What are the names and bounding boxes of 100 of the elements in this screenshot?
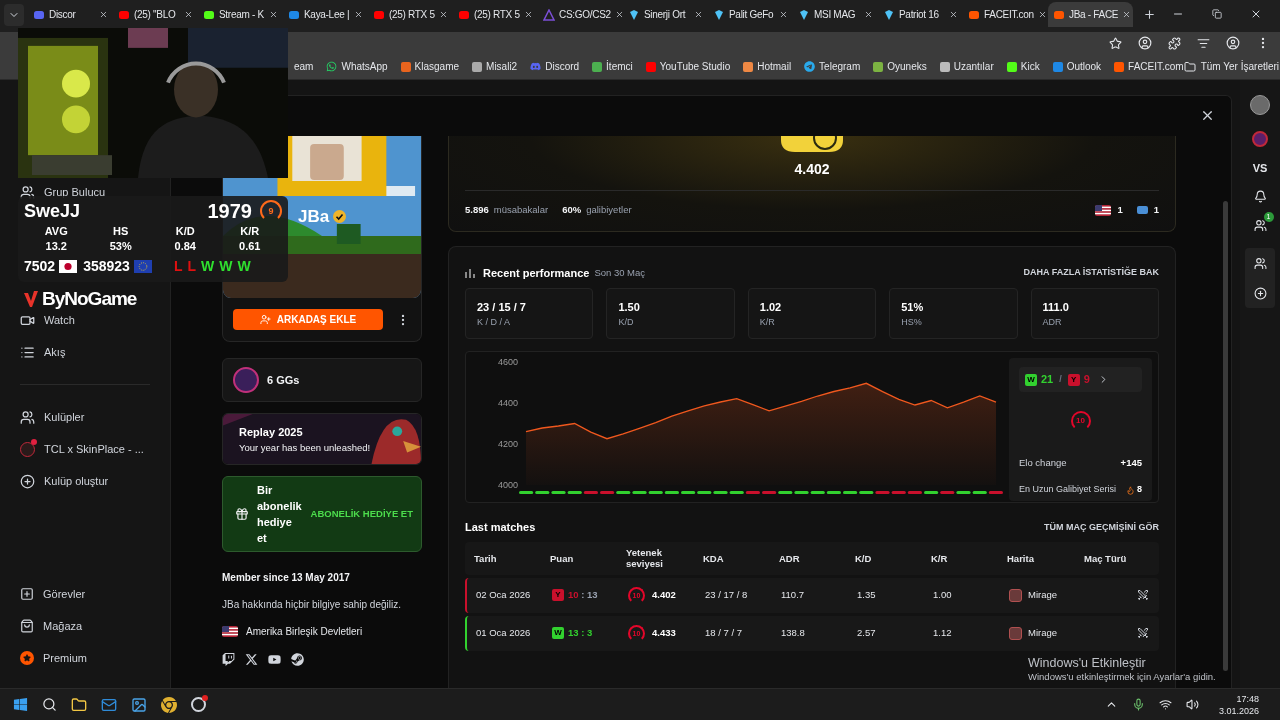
folder-icon <box>1183 60 1196 73</box>
sidebar-item[interactable]: Akış <box>20 336 150 368</box>
account-icon[interactable] <box>1226 36 1240 50</box>
bookmark[interactable]: YouTube Studio <box>645 59 731 74</box>
browser-tab[interactable]: Sinerji Ort <box>623 2 708 27</box>
close-icon[interactable] <box>1200 108 1215 123</box>
browser-tab[interactable]: (25) RTX 5 <box>368 2 453 27</box>
photos-icon[interactable] <box>131 696 147 713</box>
sidebar-item[interactable]: TCL x SkinPlace - ... <box>20 433 150 465</box>
bookmark[interactable]: İtemci <box>592 59 633 74</box>
gift-subscription-link[interactable]: ABONELİK HEDİYE ET <box>310 506 413 522</box>
sidebar-item[interactable]: Görevler <box>20 578 150 610</box>
network-icon[interactable] <box>1158 698 1172 711</box>
sidebar-item[interactable]: Kulüpler <box>20 401 150 433</box>
bookmark[interactable]: WhatsApp <box>326 59 388 74</box>
badge-icon <box>1136 206 1148 215</box>
profile-icon[interactable] <box>1138 36 1152 50</box>
new-tab-icon[interactable] <box>1143 8 1156 21</box>
close-icon[interactable] <box>269 10 278 19</box>
browser-tab[interactable]: JBa - FACE <box>1048 2 1133 27</box>
mail-icon[interactable] <box>101 696 117 713</box>
microphone-icon[interactable] <box>1131 698 1145 711</box>
friends-icon[interactable] <box>1253 219 1267 232</box>
close-icon[interactable] <box>354 10 363 19</box>
browser-tab[interactable]: (25) RTX 5 <box>453 2 538 27</box>
all-bookmarks[interactable]: Tüm Yer İşaretleri <box>1183 59 1280 74</box>
close-icon[interactable] <box>184 10 193 19</box>
versus-link[interactable]: VS <box>1252 163 1268 174</box>
youtube-icon[interactable] <box>268 653 281 666</box>
notifications-icon[interactable] <box>1253 190 1267 203</box>
add-icon[interactable] <box>1253 286 1267 300</box>
sidebar-item[interactable]: Kulüp oluştur <box>20 465 150 497</box>
browser-tab[interactable]: Palit GeFo <box>708 2 793 27</box>
sidebar-item[interactable]: Mağaza <box>20 610 150 642</box>
bookmark[interactable]: Discord <box>530 59 580 74</box>
close-icon[interactable] <box>779 10 788 19</box>
match-result: W <box>219 257 233 276</box>
search-icon[interactable] <box>42 697 57 712</box>
bookmark[interactable]: Telegram <box>804 59 861 74</box>
play-icon[interactable] <box>1252 131 1268 147</box>
browser-tab[interactable]: MSI MAG <box>793 2 878 27</box>
media-icon[interactable] <box>1197 36 1210 50</box>
bookmark[interactable]: Oyuneks <box>873 59 927 74</box>
bookmark[interactable]: Misali2 <box>472 59 518 74</box>
table-cell-text: 1.35 <box>857 587 877 602</box>
start-icon[interactable] <box>13 697 28 712</box>
flag-count: 1 <box>1117 203 1123 217</box>
close-icon[interactable] <box>694 10 703 19</box>
bookmark[interactable]: Hotmail <box>743 59 792 74</box>
user-avatar[interactable] <box>1250 95 1270 115</box>
file-explorer-icon[interactable] <box>71 696 87 713</box>
close-icon[interactable] <box>614 10 624 19</box>
clock[interactable]: 17:48 3.01.2026 <box>1218 692 1259 717</box>
twitch-icon[interactable] <box>222 653 235 666</box>
close-icon[interactable] <box>439 10 448 19</box>
chrome-icon[interactable] <box>161 696 177 713</box>
close-icon[interactable] <box>1250 8 1262 20</box>
bookmark[interactable]: Klasgame <box>400 59 460 74</box>
column-header: Maç Türü <box>1084 552 1128 564</box>
browser-tab[interactable]: FACEIT.con <box>963 2 1048 27</box>
browser-tab[interactable]: Kaya-Lee | <box>283 2 368 27</box>
stat-label: ADR <box>1042 318 1063 327</box>
browser-tab[interactable]: Stream - K <box>198 2 283 27</box>
x-icon[interactable] <box>245 653 258 666</box>
app-icon[interactable] <box>191 697 206 712</box>
match-result: W <box>201 257 215 276</box>
sidebar-item[interactable]: Premium <box>20 642 150 674</box>
steam-icon[interactable] <box>291 653 304 666</box>
close-icon[interactable] <box>864 10 873 19</box>
browser-tab[interactable]: CS:GO/CS2 <box>538 2 623 27</box>
bookmark[interactable]: Outlook <box>1052 59 1102 74</box>
loss-badge: Y <box>1067 373 1080 386</box>
region-rank: 358923 <box>83 257 130 276</box>
column-header: Tarih <box>474 552 498 564</box>
close-icon[interactable] <box>99 10 108 19</box>
tab-list-button[interactable] <box>4 4 24 26</box>
extensions-icon[interactable] <box>1168 36 1181 50</box>
browser-tab[interactable]: Patriot 16 <box>878 2 963 27</box>
bookmark-star-icon[interactable] <box>1109 36 1122 50</box>
section-subtitle: Son 30 Maç <box>594 265 646 280</box>
volume-icon[interactable] <box>1185 698 1199 711</box>
section-title: Last matches <box>465 520 536 535</box>
browser-tab[interactable]: Discor <box>28 2 113 27</box>
bookmark[interactable]: FACEIT.com <box>1114 59 1184 74</box>
bookmark[interactable]: Uzantılar <box>939 59 994 74</box>
restore-icon[interactable] <box>1212 9 1222 19</box>
close-icon[interactable] <box>524 10 533 19</box>
site-icon <box>713 8 725 21</box>
stat-value: 111.0 <box>1042 302 1070 313</box>
party-icon[interactable] <box>1253 256 1267 270</box>
close-icon[interactable] <box>1037 10 1047 19</box>
scrollbar-thumb[interactable] <box>1223 201 1228 671</box>
more-stats-link[interactable]: DAHA FAZLA İSTATİSTİĞE BAK <box>1023 266 1159 280</box>
bookmark[interactable]: Kick <box>1006 59 1040 74</box>
close-icon[interactable] <box>949 10 958 19</box>
bookmark[interactable]: eam <box>294 59 314 74</box>
match-history-link[interactable]: TÜM MAÇ GEÇMİŞİNİ GÖR <box>1044 520 1159 534</box>
replay-card[interactable]: Replay 2025 Your year has been unleashed! <box>222 413 422 465</box>
browser-tab[interactable]: (25) "BLO <box>113 2 198 27</box>
gift-icon <box>235 507 249 521</box>
